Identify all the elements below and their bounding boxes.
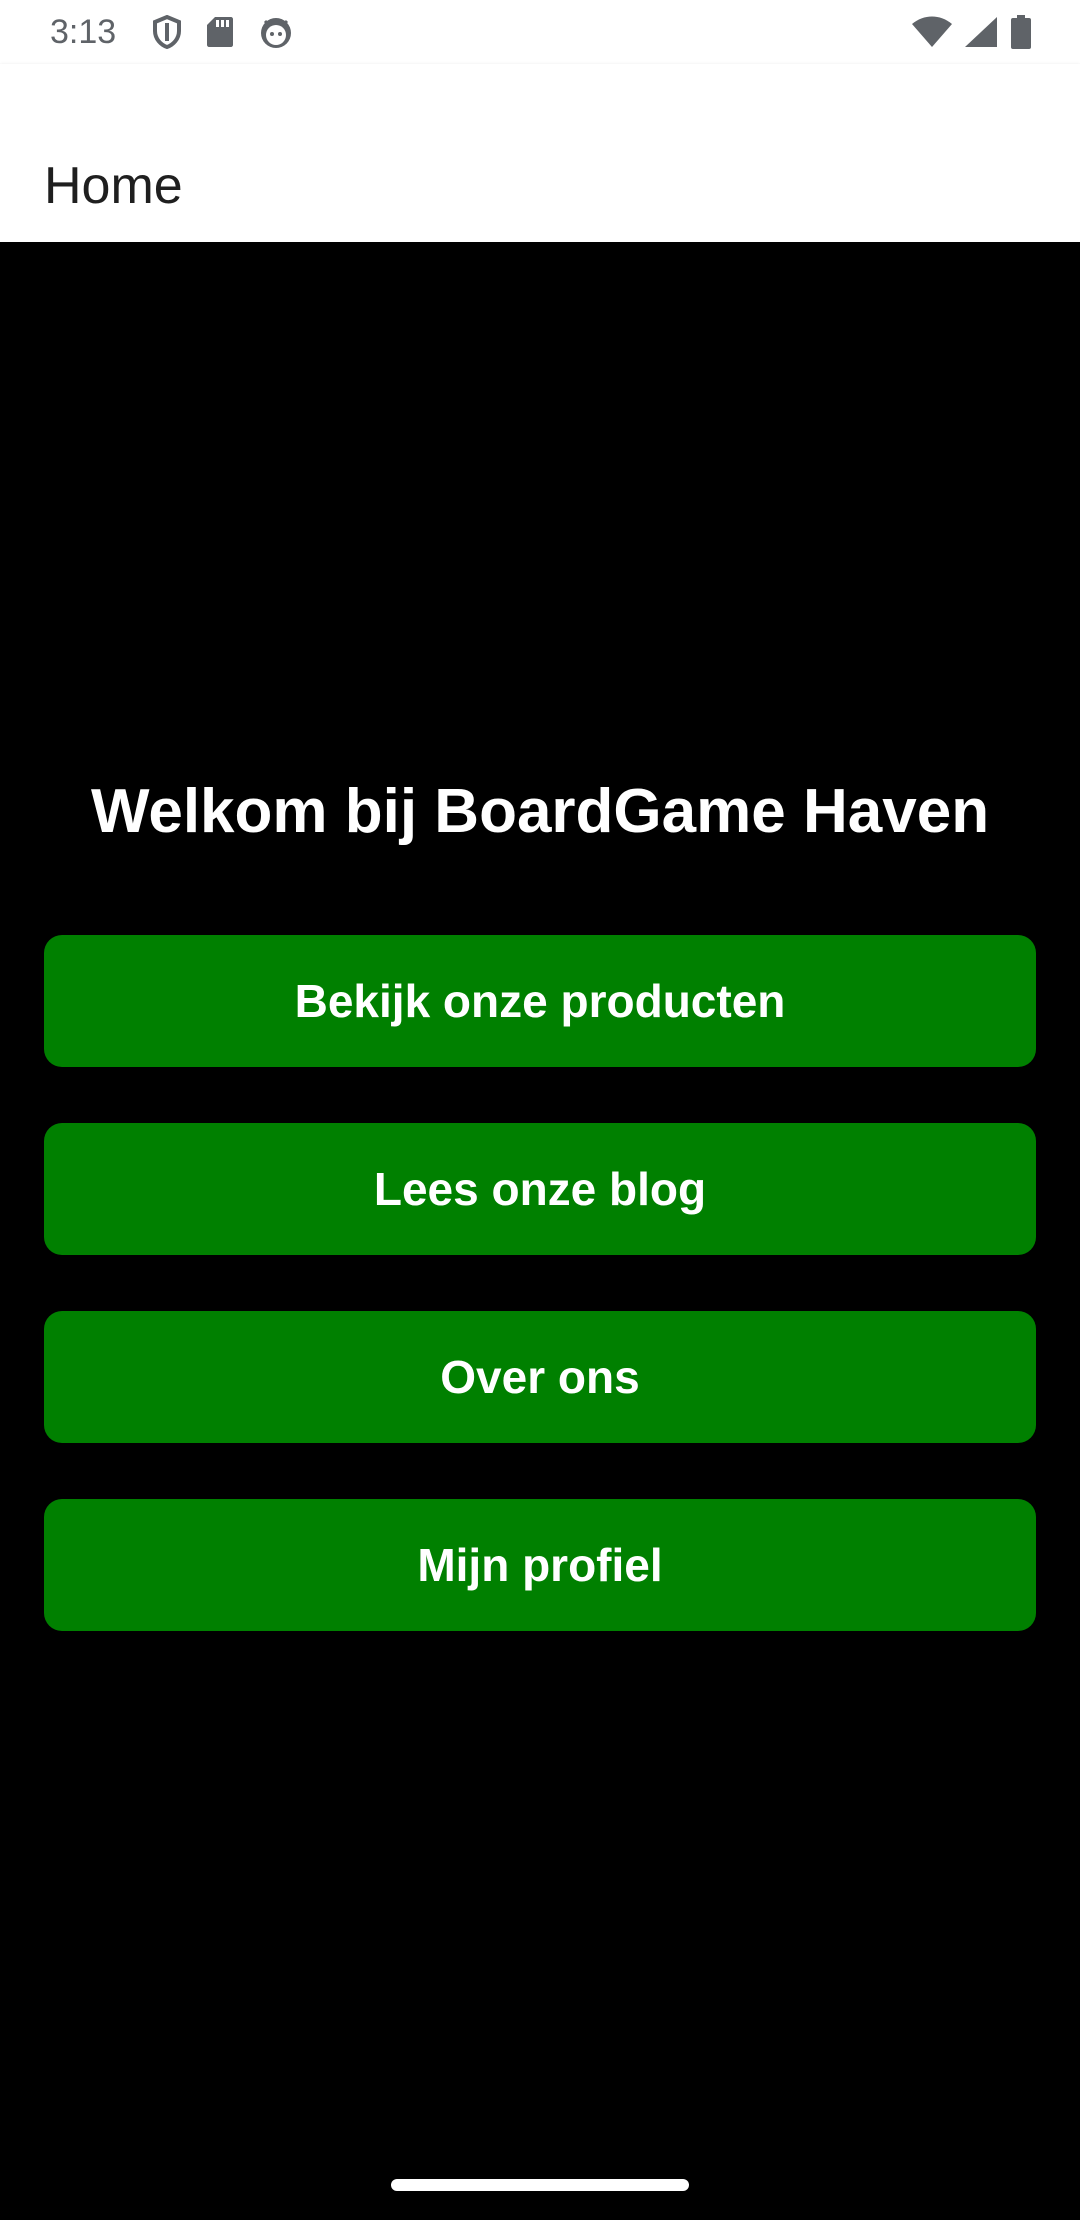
home-indicator[interactable] — [391, 2179, 689, 2191]
status-bar: 3:13 — [0, 0, 1080, 64]
main-content: Welkom bij BoardGame Haven Bekijk onze p… — [0, 242, 1080, 2220]
shield-icon — [152, 15, 182, 49]
view-products-button[interactable]: Bekijk onze producten — [44, 935, 1036, 1067]
status-time: 3:13 — [50, 13, 117, 51]
app-bar: Home — [0, 64, 1080, 242]
sd-card-icon — [206, 16, 234, 48]
page-title: Home — [44, 156, 183, 215]
wifi-icon — [912, 16, 952, 48]
status-right-icons — [912, 14, 1032, 50]
android-robot-icon — [258, 15, 294, 49]
cellular-signal-icon — [964, 16, 998, 48]
my-profile-button[interactable]: Mijn profiel — [44, 1499, 1036, 1631]
welcome-heading: Welkom bij BoardGame Haven — [90, 777, 990, 846]
status-left-icons — [152, 14, 294, 50]
battery-icon — [1010, 15, 1032, 49]
about-us-button[interactable]: Over ons — [44, 1311, 1036, 1443]
read-blog-button[interactable]: Lees onze blog — [44, 1123, 1036, 1255]
